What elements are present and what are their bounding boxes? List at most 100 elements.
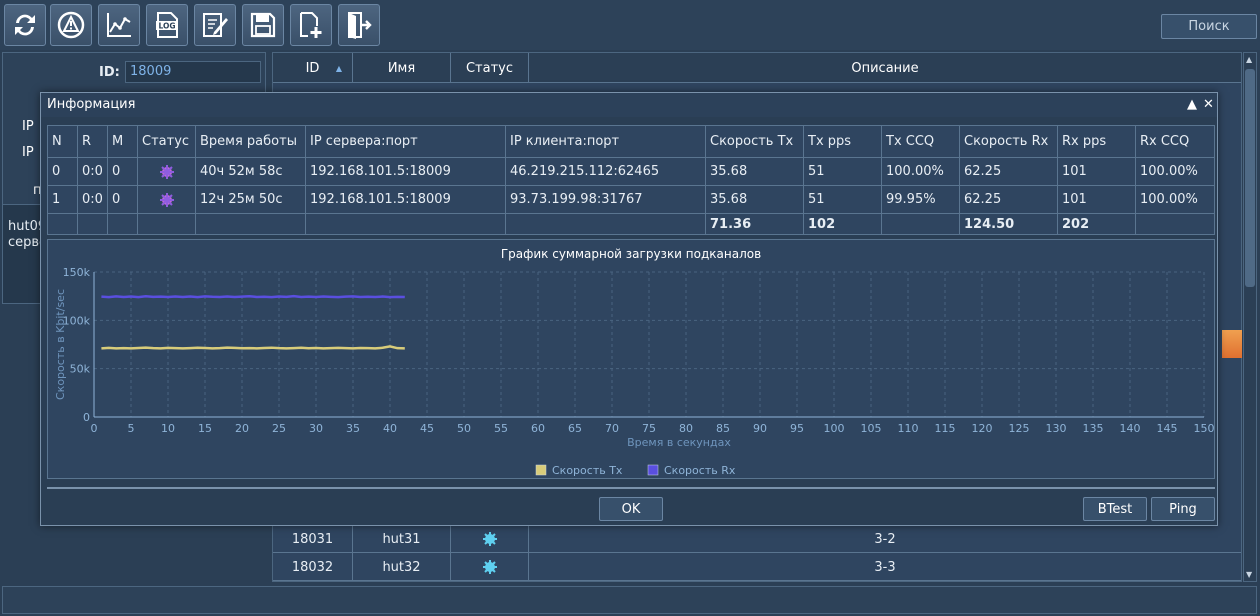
table-cell: 0 [108,186,138,213]
table-row[interactable]: 18031 hut31 3-2 [273,525,1241,553]
ip-label-2: IP [22,145,34,160]
refresh-icon [15,14,35,36]
x-tick-label: 20 [235,422,249,435]
table-cell: 51 [804,158,882,185]
save-button[interactable] [242,4,284,46]
status-gear-icon [138,186,196,213]
table-cell [882,214,960,234]
column-header: Tx pps [804,126,882,157]
table-cell: 46.219.215.112:62465 [506,158,706,185]
add-file-icon [300,12,322,38]
column-header-name[interactable]: Имя [353,53,451,83]
legend-swatch [647,464,659,476]
table-cell: 0 [48,158,78,185]
btest-button[interactable]: BTest [1083,497,1147,521]
edit-icon [203,13,228,37]
status-gear-icon [451,553,529,581]
column-header-id-label: ID [305,60,320,76]
dialog-title: Информация [47,97,136,112]
table-cell [78,214,108,234]
x-tick-label: 65 [568,422,582,435]
table-cell [138,214,196,234]
table-cell [506,214,706,234]
cell-id: 18031 [273,525,353,553]
table-cell: 100.00% [882,158,960,185]
ok-button[interactable]: OK [599,497,663,521]
id-field[interactable]: 18009 [125,61,261,83]
exit-icon [348,12,372,39]
column-header: Скорость Tx [706,126,804,157]
scroll-up-icon[interactable]: ▲ [1246,55,1252,64]
search-button[interactable]: Поиск [1161,14,1257,39]
close-icon[interactable]: ✕ [1203,97,1214,112]
vertical-scrollbar[interactable]: ▲ ▼ [1243,52,1257,582]
x-tick-label: 125 [1009,422,1030,435]
x-tick-label: 130 [1046,422,1067,435]
x-tick-label: 120 [972,422,993,435]
log-button[interactable]: LOG [146,4,188,46]
scrollbar-thumb[interactable] [1245,69,1255,287]
channels-table: N R M Статус Время работы IP сервера:порт IP к… [47,125,1215,235]
table-cell: 0:0 [78,158,108,185]
toolbar: LOG Поиск [0,0,1260,50]
table-cell [1136,214,1214,234]
table-cell [108,214,138,234]
y-tick-label: 150k [63,266,91,279]
x-tick-label: 115 [935,422,956,435]
table-cell [306,214,506,234]
warning-info-icon [57,11,85,39]
save-icon [250,12,276,38]
cell-name: hut32 [353,553,451,581]
collapse-icon[interactable]: ▲ [1187,97,1197,112]
x-tick-label: 35 [346,422,360,435]
column-header-description[interactable]: Описание [529,53,1241,83]
chart-button[interactable] [98,4,140,46]
column-header: IP клиента:порт [506,126,706,157]
info-button[interactable] [50,4,92,46]
x-tick-label: 0 [91,422,98,435]
add-file-button[interactable] [290,4,332,46]
table-cell: 192.168.101.5:18009 [306,158,506,185]
refresh-button[interactable] [4,4,46,46]
info-dialog: Информация ▲ ✕ N R M Статус Время работы IP с… [40,92,1218,526]
x-tick-label: 40 [383,422,397,435]
table-header: ID ▲ Имя Статус Описание [273,53,1241,83]
table-row[interactable]: 18032 hut32 3-3 [273,553,1241,581]
table-cell: 35.68 [706,186,804,213]
status-bar [2,586,1257,614]
column-header-status[interactable]: Статус [451,53,529,83]
x-tick-label: 105 [861,422,882,435]
table-cell: 62.25 [960,186,1058,213]
ping-button[interactable]: Ping [1151,497,1215,521]
exit-button[interactable] [338,4,380,46]
table-cell: 202 [1058,214,1136,234]
column-header-id[interactable]: ID ▲ [273,53,353,83]
channels-totals-row[interactable]: 71.36 102 124.50 202 [48,214,1214,234]
x-tick-label: 75 [642,422,656,435]
column-header: R [78,126,108,157]
x-tick-label: 50 [457,422,471,435]
x-tick-label: 25 [272,422,286,435]
table-cell [196,214,306,234]
x-tick-label: 145 [1157,422,1178,435]
table-cell: 101 [1058,186,1136,213]
table-cell: 0 [108,158,138,185]
legend-label: Скорость Rx [664,464,736,477]
channel-row[interactable]: 0 0:0 0 40ч 52м 58с 192.168.101.5:18009 46.21… [48,158,1214,186]
cell-description: 3-2 [874,531,896,547]
cell-name: hut31 [353,525,451,553]
status-gear-icon [138,158,196,185]
scroll-down-icon[interactable]: ▼ [1246,570,1252,579]
table-cell: 102 [804,214,882,234]
edit-button[interactable] [194,4,236,46]
table-cell: 35.68 [706,158,804,185]
series-line-rx [101,294,405,299]
x-tick-label: 45 [420,422,434,435]
x-tick-label: 90 [753,422,767,435]
channel-row[interactable]: 1 0:0 0 12ч 25м 50с 192.168.101.5:18009 93.73… [48,186,1214,214]
column-header: Rx CCQ [1140,134,1190,149]
chart-svg: 050k100k150k0 5 10 15 20 25 30 35 40 45 50 55 60 65 70… [54,266,1214,477]
table-cell: 0:0 [78,186,108,213]
chart-icon [107,13,131,37]
x-tick-label: 55 [494,422,508,435]
